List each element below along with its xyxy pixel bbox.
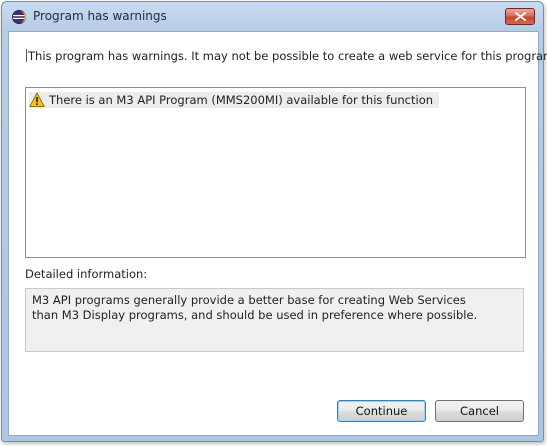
warning-text: There is an M3 API Program (MMS200MI) av… [49, 93, 434, 107]
text-caret [26, 49, 27, 62]
warning-dialog: Program has warnings This program has wa… [1, 1, 547, 442]
cancel-button[interactable]: Cancel [435, 400, 524, 422]
list-item[interactable]: There is an M3 API Program (MMS200MI) av… [29, 92, 440, 108]
dialog-message[interactable]: This program has warnings. It may not be… [26, 49, 547, 63]
warning-triangle-icon [29, 92, 45, 107]
close-x-icon [515, 12, 526, 21]
eclipse-icon [11, 9, 27, 25]
warnings-list[interactable]: There is an M3 API Program (MMS200MI) av… [25, 87, 526, 258]
message-text: This program has warnings. It may not be… [28, 49, 547, 63]
dialog-title: Program has warnings [33, 9, 167, 23]
dialog-body: This program has warnings. It may not be… [8, 31, 547, 436]
detail-text-area[interactable]: M3 API programs generally provide a bett… [25, 288, 524, 352]
detail-line: M3 API programs generally provide a bett… [32, 293, 466, 307]
detail-line: than M3 Display programs, and should be … [32, 308, 478, 322]
continue-button[interactable]: Continue [337, 400, 426, 422]
detail-label: Detailed information: [25, 267, 148, 281]
close-button[interactable] [505, 8, 535, 25]
title-bar[interactable]: Program has warnings [2, 2, 543, 30]
